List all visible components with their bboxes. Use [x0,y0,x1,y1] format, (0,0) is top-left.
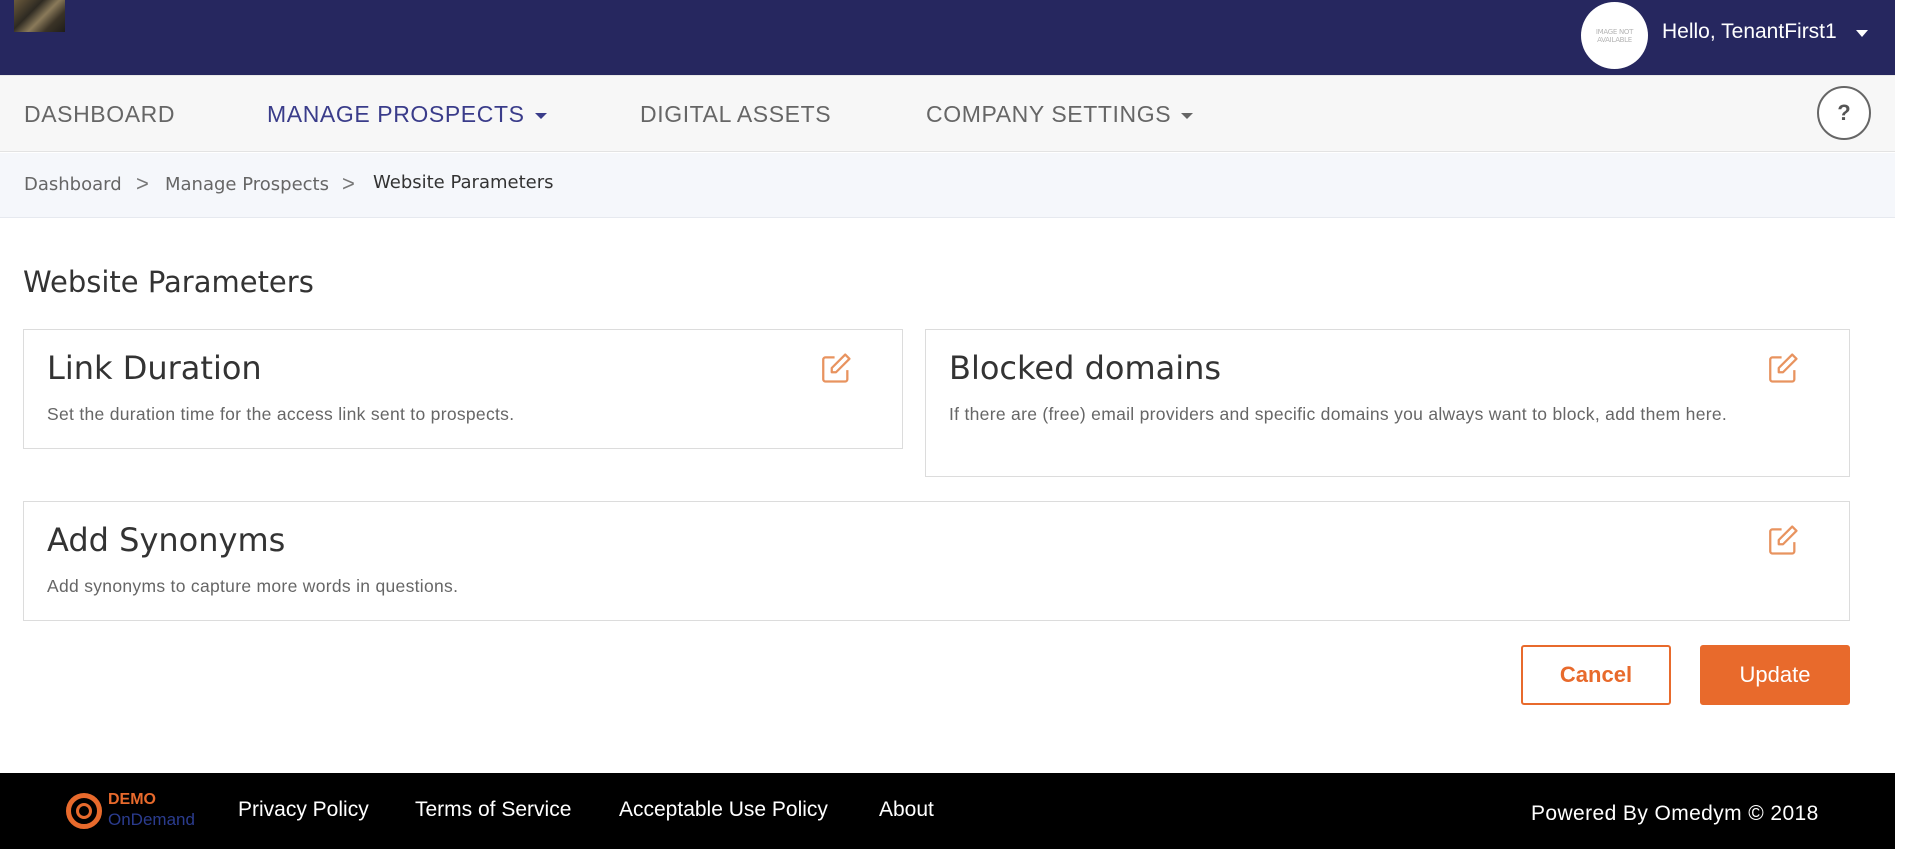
nav-company-settings-label: COMPANY SETTINGS [926,101,1172,127]
footer-link-terms-of-service[interactable]: Terms of Service [415,798,571,822]
card-link-duration: Link Duration Set the duration time for … [23,329,903,449]
card-title: Link Duration [47,349,262,387]
help-button[interactable]: ? [1817,86,1871,140]
caret-down-icon [534,112,547,119]
card-add-synonyms: Add Synonyms Add synonyms to capture mor… [23,501,1850,621]
logo-text-demo: DEMO [108,791,156,808]
company-logo[interactable] [14,0,65,32]
card-title: Add Synonyms [47,521,286,559]
footer-link-about[interactable]: About [879,798,934,822]
nav-digital-assets-label: DIGITAL ASSETS [640,101,832,127]
powered-by-text: Powered By Omedym © 2018 [1531,802,1819,825]
card-blocked-domains: Blocked domains If there are (free) emai… [925,329,1850,477]
edit-icon[interactable] [819,351,853,385]
scrollbar-gutter [1895,0,1920,849]
logo-play-icon [76,803,92,819]
card-description: Add synonyms to capture more words in qu… [47,576,459,596]
nav-manage-prospects[interactable]: MANAGE PROSPECTS [267,101,547,128]
user-greeting[interactable]: Hello, TenantFirst1 [1662,20,1837,44]
edit-icon[interactable] [1766,351,1800,385]
cancel-button[interactable]: Cancel [1521,645,1671,705]
nav-digital-assets[interactable]: DIGITAL ASSETS [640,101,831,128]
breadcrumb: Dashboard > Manage Prospects > Website P… [0,153,1895,218]
top-header: IMAGE NOT AVAILABLE Hello, TenantFirst1 [0,0,1895,75]
logo-text-ondemand: OnDemand [108,810,195,829]
nav-dashboard[interactable]: DASHBOARD [24,101,175,128]
card-title: Blocked domains [949,349,1222,387]
footer-link-acceptable-use-policy[interactable]: Acceptable Use Policy [619,798,828,822]
breadcrumb-manage-prospects[interactable]: Manage Prospects [165,174,329,195]
avatar[interactable]: IMAGE NOT AVAILABLE [1581,2,1648,69]
breadcrumb-dashboard[interactable]: Dashboard [24,174,122,195]
caret-down-icon [1181,112,1194,119]
update-button[interactable]: Update [1700,645,1850,705]
breadcrumb-separator: > [342,171,355,196]
nav-manage-prospects-label: MANAGE PROSPECTS [267,101,525,127]
card-description: Set the duration time for the access lin… [47,404,515,424]
caret-down-icon[interactable] [1856,30,1868,37]
breadcrumb-separator: > [136,171,149,196]
footer: DEMO OnDemand Privacy Policy Terms of Se… [0,773,1895,849]
nav-company-settings[interactable]: COMPANY SETTINGS [926,101,1194,128]
footer-logo[interactable]: DEMO OnDemand [66,791,206,833]
main-nav: DASHBOARD MANAGE PROSPECTS DIGITAL ASSET… [0,75,1895,152]
breadcrumb-current: Website Parameters [373,172,554,193]
footer-link-privacy-policy[interactable]: Privacy Policy [238,798,369,822]
nav-dashboard-label: DASHBOARD [24,101,176,127]
avatar-placeholder-text: IMAGE NOT AVAILABLE [1595,27,1634,44]
card-description: If there are (free) email providers and … [949,404,1728,424]
edit-icon[interactable] [1766,523,1800,557]
page-title: Website Parameters [23,265,314,299]
